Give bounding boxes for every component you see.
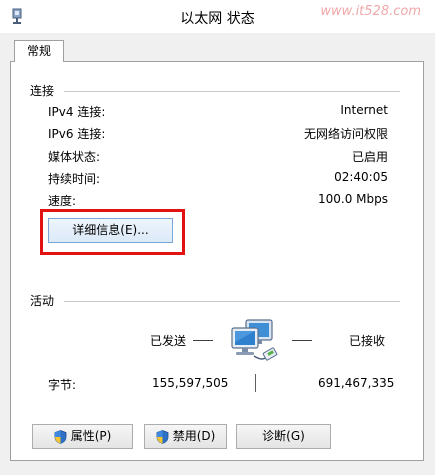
bytes-received-value: 691,467,335: [318, 376, 395, 390]
duration-label: 持续时间:: [48, 172, 101, 186]
properties-button-label: 属性(P): [70, 429, 112, 443]
section-divider: [64, 91, 400, 92]
tab-strip: [0, 33, 435, 61]
bytes-label: 字节:: [48, 378, 77, 392]
uac-shield-icon: [156, 429, 169, 444]
title-bar: 以太网 状态 www.it528.com: [0, 0, 435, 33]
disable-button-label: 禁用(D): [172, 429, 216, 443]
received-connector-line: [292, 340, 312, 341]
left-margin: [0, 61, 10, 461]
watermark: www.it528.com: [320, 4, 421, 19]
uac-shield-icon: [54, 429, 67, 444]
tab-general[interactable]: 常规: [14, 40, 64, 62]
right-margin: [424, 61, 435, 461]
details-button[interactable]: 详细信息(E)...: [48, 218, 173, 243]
connection-heading: 连接: [30, 84, 55, 98]
sent-connector-line: [193, 340, 213, 341]
media-state-label: 媒体状态:: [48, 150, 101, 164]
ipv6-label: IPv6 连接:: [48, 127, 106, 141]
sent-label: 已发送: [150, 334, 187, 348]
speed-value: 100.0 Mbps: [317, 192, 388, 206]
ipv4-label: IPv4 连接:: [48, 105, 106, 119]
section-divider: [64, 301, 400, 302]
speed-label: 速度:: [48, 194, 77, 208]
duration-value: 02:40:05: [334, 170, 388, 184]
bytes-separator: [255, 374, 256, 392]
diagnose-button[interactable]: 诊断(G): [236, 424, 331, 449]
bytes-sent-value: 155,597,505: [152, 376, 229, 390]
ipv6-value: 无网络访问权限: [303, 127, 388, 141]
disable-button[interactable]: 禁用(D): [144, 424, 227, 449]
connection-section-header: 连接: [30, 82, 400, 99]
received-label: 已接收: [349, 334, 386, 348]
bottom-margin: [0, 461, 435, 475]
activity-heading: 活动: [30, 294, 55, 308]
ethernet-status-window: 以太网 状态 www.it528.com 常规 连接 IPv4 连接: Inte…: [0, 0, 435, 475]
tab-panel-general: [10, 61, 424, 461]
media-state-value: 已启用: [351, 150, 388, 164]
ipv4-value: Internet: [340, 103, 388, 117]
diagnose-button-label: 诊断(G): [262, 429, 305, 443]
activity-section-header: 活动: [30, 292, 400, 309]
properties-button[interactable]: 属性(P): [32, 424, 133, 449]
network-computers-icon: [231, 319, 278, 361]
